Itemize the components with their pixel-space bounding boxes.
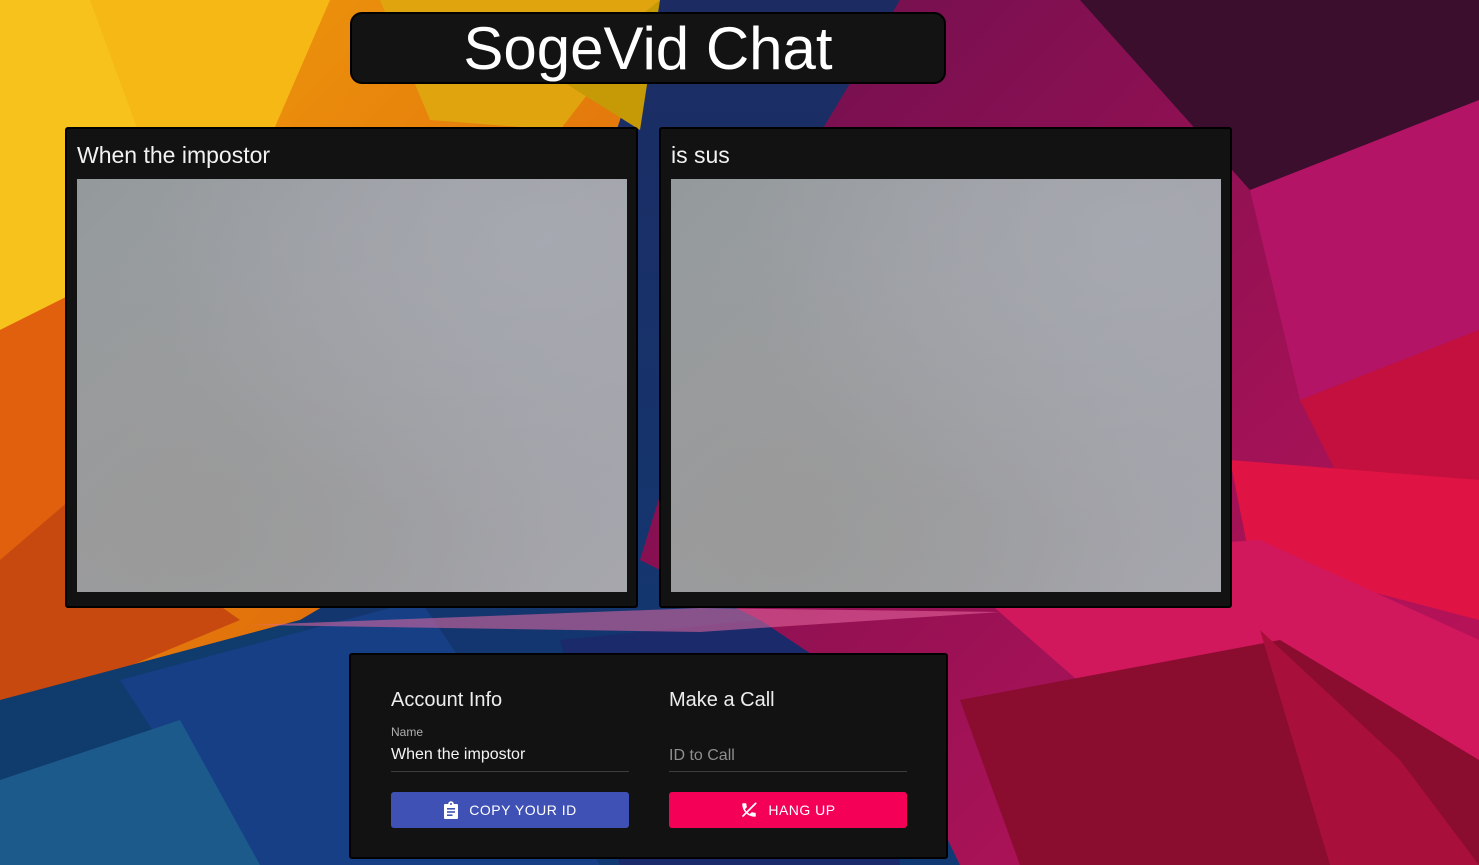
local-video-name: When the impostor <box>77 142 271 168</box>
phone-disabled-icon <box>740 801 758 819</box>
remote-video-name: is sus <box>671 142 730 168</box>
make-call-title: Make a Call <box>669 689 775 711</box>
name-field-underline <box>391 771 629 772</box>
clipboard-icon <box>443 801 459 819</box>
hang-up-label: HANG UP <box>768 802 836 818</box>
local-video <box>77 179 627 592</box>
hang-up-button[interactable]: HANG UP <box>669 792 907 828</box>
app-title-box: SogeVid Chat <box>350 12 946 84</box>
app-title: SogeVid Chat <box>463 15 833 82</box>
id-to-call-input[interactable] <box>669 744 907 768</box>
local-video-panel: When the impostor <box>65 127 638 608</box>
account-info-title: Account Info <box>391 689 503 711</box>
id-to-call-underline <box>669 771 907 772</box>
copy-your-id-label: COPY YOUR ID <box>469 802 577 818</box>
name-field-label: Name <box>391 725 424 739</box>
copy-your-id-button[interactable]: COPY YOUR ID <box>391 792 629 828</box>
remote-video <box>671 179 1221 592</box>
controls-card: Account Info Name When the impostor COPY… <box>349 653 948 859</box>
remote-video-panel: is sus <box>659 127 1232 608</box>
name-field[interactable]: When the impostor <box>391 746 525 764</box>
